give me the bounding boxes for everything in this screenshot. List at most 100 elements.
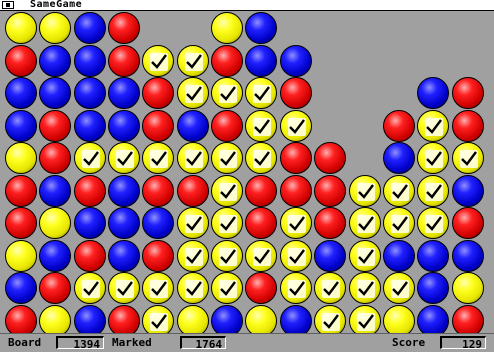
- marked-yellow-ball[interactable]: [142, 272, 174, 304]
- blue-ball[interactable]: [245, 12, 277, 44]
- yellow-ball[interactable]: [211, 12, 243, 44]
- marked-yellow-ball[interactable]: [245, 110, 277, 142]
- red-ball[interactable]: [142, 175, 174, 207]
- red-ball[interactable]: [280, 77, 312, 109]
- red-ball[interactable]: [5, 45, 37, 77]
- marked-yellow-ball[interactable]: [417, 175, 449, 207]
- marked-yellow-ball[interactable]: [280, 207, 312, 239]
- blue-ball[interactable]: [108, 77, 140, 109]
- marked-yellow-ball[interactable]: [142, 45, 174, 77]
- yellow-ball[interactable]: [5, 142, 37, 174]
- blue-ball[interactable]: [108, 175, 140, 207]
- marked-yellow-ball[interactable]: [417, 207, 449, 239]
- blue-ball[interactable]: [39, 240, 71, 272]
- marked-yellow-ball[interactable]: [211, 77, 243, 109]
- red-ball[interactable]: [108, 12, 140, 44]
- blue-ball[interactable]: [280, 45, 312, 77]
- marked-yellow-ball[interactable]: [211, 175, 243, 207]
- marked-yellow-ball[interactable]: [211, 272, 243, 304]
- marked-yellow-ball[interactable]: [177, 142, 209, 174]
- blue-ball[interactable]: [314, 240, 346, 272]
- red-ball[interactable]: [452, 110, 484, 142]
- yellow-ball[interactable]: [5, 12, 37, 44]
- marked-yellow-ball[interactable]: [211, 240, 243, 272]
- blue-ball[interactable]: [108, 110, 140, 142]
- marked-yellow-ball[interactable]: [177, 207, 209, 239]
- marked-yellow-ball[interactable]: [383, 207, 415, 239]
- marked-yellow-ball[interactable]: [280, 272, 312, 304]
- marked-yellow-ball[interactable]: [452, 142, 484, 174]
- title-bar[interactable]: SameGame: [0, 0, 494, 11]
- red-ball[interactable]: [142, 77, 174, 109]
- red-ball[interactable]: [177, 175, 209, 207]
- marked-yellow-ball[interactable]: [245, 240, 277, 272]
- red-ball[interactable]: [314, 207, 346, 239]
- marked-yellow-ball[interactable]: [383, 272, 415, 304]
- red-ball[interactable]: [280, 142, 312, 174]
- marked-yellow-ball[interactable]: [349, 272, 381, 304]
- red-ball[interactable]: [74, 240, 106, 272]
- marked-yellow-ball[interactable]: [177, 45, 209, 77]
- blue-ball[interactable]: [5, 77, 37, 109]
- blue-ball[interactable]: [5, 110, 37, 142]
- marked-yellow-ball[interactable]: [177, 272, 209, 304]
- marked-yellow-ball[interactable]: [245, 77, 277, 109]
- red-ball[interactable]: [74, 175, 106, 207]
- blue-ball[interactable]: [39, 175, 71, 207]
- marked-yellow-ball[interactable]: [349, 240, 381, 272]
- marked-yellow-ball[interactable]: [383, 175, 415, 207]
- marked-yellow-ball[interactable]: [417, 142, 449, 174]
- blue-ball[interactable]: [74, 77, 106, 109]
- yellow-ball[interactable]: [452, 272, 484, 304]
- red-ball[interactable]: [142, 110, 174, 142]
- blue-ball[interactable]: [245, 45, 277, 77]
- blue-ball[interactable]: [452, 175, 484, 207]
- red-ball[interactable]: [452, 207, 484, 239]
- marked-yellow-ball[interactable]: [280, 110, 312, 142]
- marked-yellow-ball[interactable]: [314, 272, 346, 304]
- blue-ball[interactable]: [417, 77, 449, 109]
- marked-yellow-ball[interactable]: [245, 142, 277, 174]
- blue-ball[interactable]: [108, 240, 140, 272]
- blue-ball[interactable]: [417, 272, 449, 304]
- blue-ball[interactable]: [5, 272, 37, 304]
- marked-yellow-ball[interactable]: [177, 240, 209, 272]
- close-gadget-icon[interactable]: [2, 1, 14, 9]
- red-ball[interactable]: [383, 110, 415, 142]
- red-ball[interactable]: [280, 175, 312, 207]
- marked-yellow-ball[interactable]: [74, 272, 106, 304]
- blue-ball[interactable]: [108, 207, 140, 239]
- blue-ball[interactable]: [74, 45, 106, 77]
- blue-ball[interactable]: [177, 110, 209, 142]
- red-ball[interactable]: [5, 175, 37, 207]
- marked-yellow-ball[interactable]: [349, 207, 381, 239]
- blue-ball[interactable]: [74, 207, 106, 239]
- blue-ball[interactable]: [74, 110, 106, 142]
- blue-ball[interactable]: [383, 142, 415, 174]
- marked-yellow-ball[interactable]: [211, 142, 243, 174]
- blue-ball[interactable]: [39, 45, 71, 77]
- marked-yellow-ball[interactable]: [211, 207, 243, 239]
- blue-ball[interactable]: [383, 240, 415, 272]
- yellow-ball[interactable]: [5, 240, 37, 272]
- marked-yellow-ball[interactable]: [280, 240, 312, 272]
- red-ball[interactable]: [245, 175, 277, 207]
- blue-ball[interactable]: [39, 77, 71, 109]
- red-ball[interactable]: [452, 77, 484, 109]
- marked-yellow-ball[interactable]: [349, 175, 381, 207]
- red-ball[interactable]: [245, 272, 277, 304]
- blue-ball[interactable]: [452, 240, 484, 272]
- marked-yellow-ball[interactable]: [142, 142, 174, 174]
- blue-ball[interactable]: [142, 207, 174, 239]
- red-ball[interactable]: [5, 207, 37, 239]
- red-ball[interactable]: [39, 142, 71, 174]
- red-ball[interactable]: [39, 272, 71, 304]
- red-ball[interactable]: [211, 110, 243, 142]
- yellow-ball[interactable]: [39, 12, 71, 44]
- red-ball[interactable]: [245, 207, 277, 239]
- red-ball[interactable]: [211, 45, 243, 77]
- red-ball[interactable]: [39, 110, 71, 142]
- marked-yellow-ball[interactable]: [177, 77, 209, 109]
- blue-ball[interactable]: [417, 240, 449, 272]
- red-ball[interactable]: [314, 175, 346, 207]
